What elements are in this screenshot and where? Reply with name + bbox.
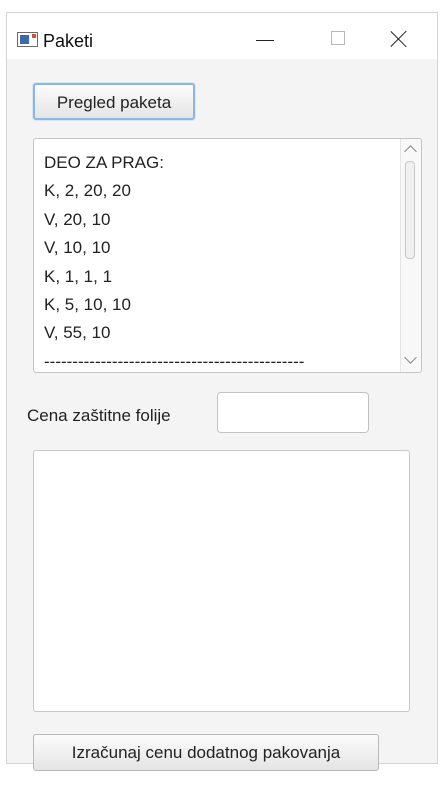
window-title: Paketi xyxy=(43,31,94,51)
scroll-thumb[interactable] xyxy=(405,161,415,259)
maximize-icon[interactable] xyxy=(317,23,361,59)
app-window-icon xyxy=(17,32,38,47)
list-line: V, 20, 10 xyxy=(44,209,111,229)
calculate-packaging-button[interactable]: Izračunaj cenu dodatnog pakovanja xyxy=(33,734,379,771)
price-input[interactable] xyxy=(217,392,369,433)
package-list-text: DEO ZA PRAG: K, 2, 20, 20 V, 20, 10 V, 1… xyxy=(44,149,395,372)
list-line: V, 10, 10 xyxy=(44,238,111,258)
scroll-down-icon[interactable] xyxy=(404,351,417,364)
list-line: V, 55, 10 xyxy=(44,323,111,343)
scroll-up-icon[interactable] xyxy=(404,145,417,158)
price-label: Cena zaštitne folije xyxy=(27,406,171,425)
output-textarea[interactable] xyxy=(33,450,410,712)
list-line: ----------------------------------------… xyxy=(44,351,305,371)
minimize-icon[interactable] xyxy=(242,23,286,59)
list-line: K, 2, 20, 20 xyxy=(44,181,131,201)
title-bar[interactable]: Paketi xyxy=(7,13,437,59)
list-scrollbar[interactable] xyxy=(400,139,421,372)
app-window: Paketi Pregled paketa DEO ZA PRAG: K, 2,… xyxy=(6,12,438,771)
list-line: K, 1, 1, 1 xyxy=(44,266,113,286)
list-line: DEO ZA PRAG: xyxy=(44,153,164,172)
package-list-area[interactable]: DEO ZA PRAG: K, 2, 20, 20 V, 20, 10 V, 1… xyxy=(33,138,422,373)
review-packages-button[interactable]: Pregled paketa xyxy=(33,83,195,120)
close-icon[interactable] xyxy=(377,23,421,59)
list-line: K, 5, 10, 10 xyxy=(44,295,131,315)
